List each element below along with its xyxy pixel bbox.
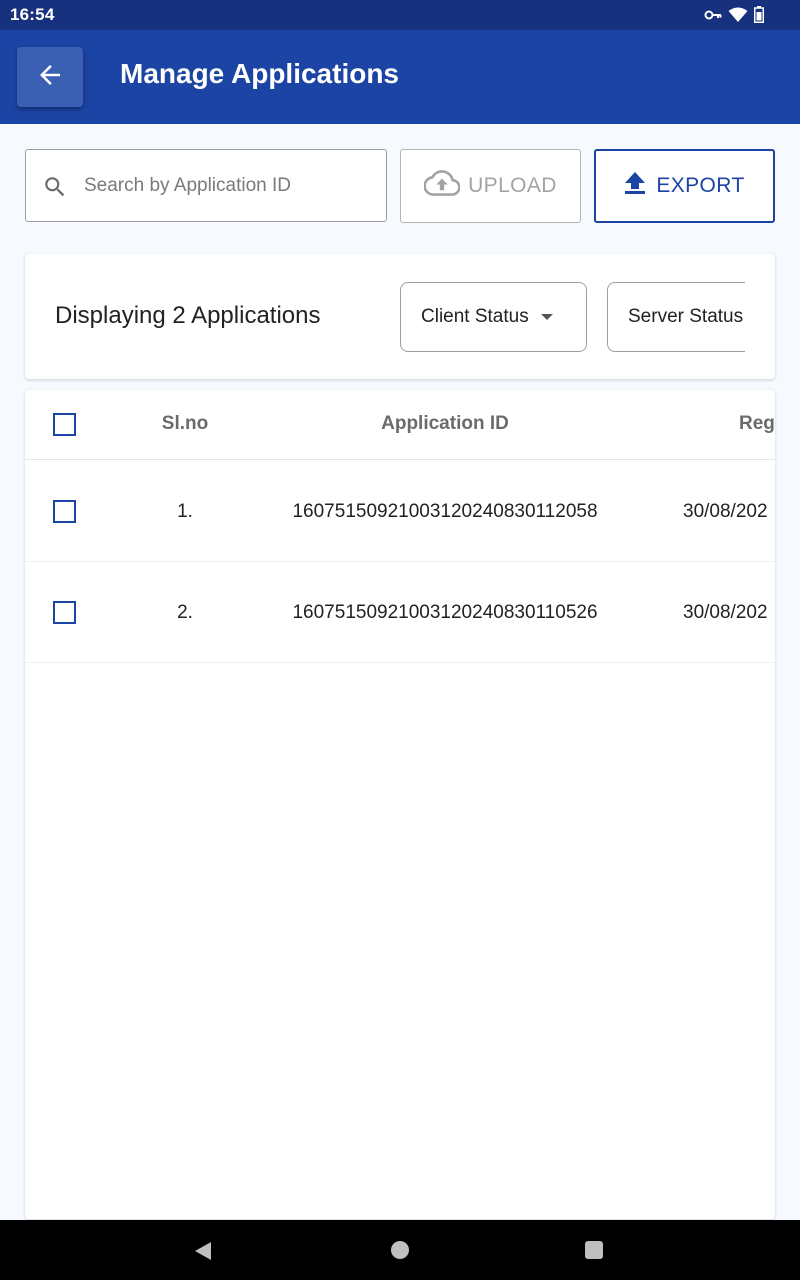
battery-icon [754, 6, 764, 23]
upload-button[interactable]: UPLOAD [400, 149, 581, 223]
status-time: 16:54 [10, 5, 55, 24]
cell-reg-date: 30/08/202 [683, 501, 768, 522]
wifi-icon [728, 7, 748, 23]
app-bar: Manage Applications [0, 30, 800, 124]
back-button[interactable] [17, 47, 83, 107]
status-bar: 16:54 [0, 0, 800, 30]
table-row[interactable]: 2. 160751509210031202408301105​26 30/08/… [25, 562, 775, 663]
search-input[interactable] [84, 162, 374, 210]
select-all-checkbox[interactable] [53, 413, 76, 436]
table-header: Sl.no Application ID Reg [25, 390, 775, 460]
filter-scroll[interactable]: Client Status Server Status [400, 282, 745, 354]
client-status-label: Client Status [421, 306, 529, 327]
page-title: Manage Applications [120, 58, 400, 89]
search-box[interactable] [25, 149, 387, 222]
export-button[interactable]: EXPORT [594, 149, 775, 223]
table-row[interactable]: 1. 160751509210031202408301120​58 30/08/… [25, 461, 775, 562]
upload-arrow-icon [624, 171, 646, 201]
export-label: EXPORT [656, 174, 745, 197]
server-status-label: Server Status [628, 306, 744, 327]
cell-application-id: 160751509210031202408301105​26 [292, 602, 598, 623]
cell-application-id: 160751509210031202408301120​58 [292, 501, 598, 522]
header-application-id: Application ID [381, 413, 509, 434]
search-icon [42, 174, 68, 205]
cell-slno: 1. [177, 501, 193, 522]
status-icons [704, 6, 764, 23]
system-nav-bar [0, 1220, 800, 1280]
cell-reg-date: 30/08/202 [683, 602, 768, 623]
upload-label: UPLOAD [468, 174, 557, 197]
display-count: Displaying 2 Applications [55, 302, 321, 329]
nav-recents-icon[interactable] [585, 1241, 603, 1259]
caret-down-icon [540, 314, 553, 320]
cloud-upload-icon [423, 170, 461, 202]
cell-slno: 2. [177, 602, 193, 623]
row-checkbox[interactable] [53, 500, 76, 523]
client-status-dropdown[interactable]: Client Status [400, 282, 587, 352]
nav-home-icon[interactable] [391, 1241, 409, 1259]
header-reg: Reg [739, 413, 775, 434]
vpn-key-icon [704, 9, 722, 21]
arrow-left-icon [35, 60, 65, 95]
row-checkbox[interactable] [53, 601, 76, 624]
applications-table: Sl.no Application ID Reg 1. 160751509210… [25, 390, 775, 1219]
nav-back-icon[interactable] [194, 1241, 212, 1266]
filter-card: Displaying 2 Applications Client Status … [25, 254, 775, 379]
header-slno: Sl.no [161, 413, 209, 434]
server-status-dropdown[interactable]: Server Status [607, 282, 745, 352]
